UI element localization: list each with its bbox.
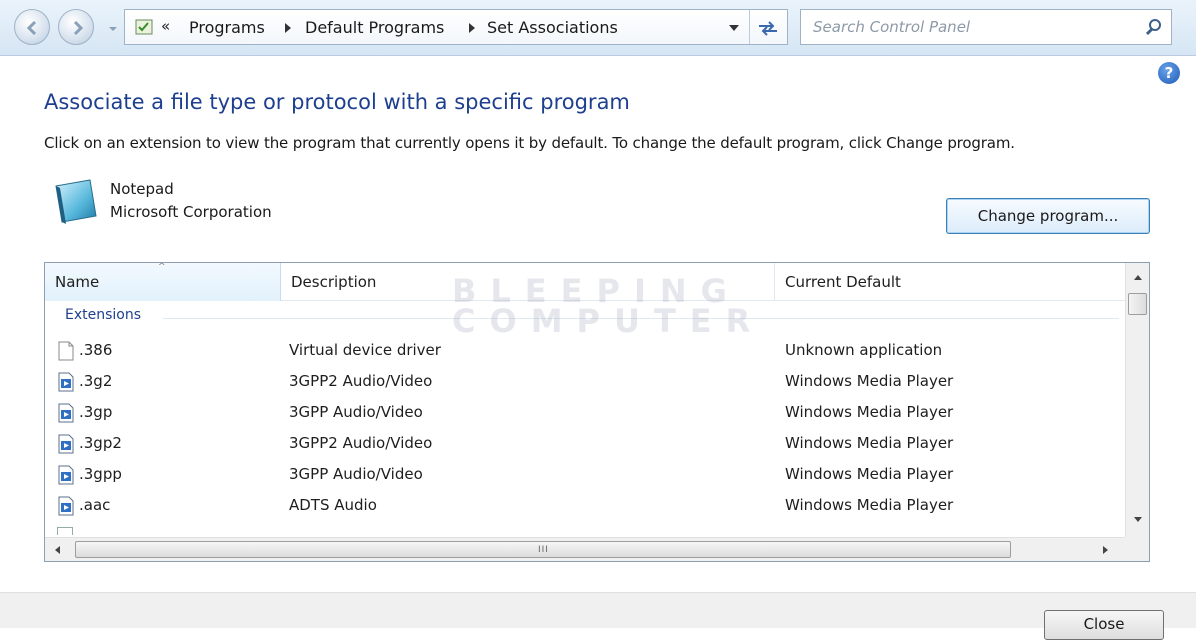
extension-description: 3GPP2 Audio/Video: [289, 372, 433, 390]
back-arrow-icon: [26, 20, 37, 36]
column-header-current-default[interactable]: Current Default: [775, 263, 1125, 301]
scroll-grip: III: [538, 545, 549, 555]
extension-name: .3gp: [79, 403, 113, 421]
address-divider: [749, 10, 750, 44]
list-item[interactable]: .3gp 3GPP Audio/Video Windows Media Play…: [45, 398, 1125, 429]
scrollbar-corner: [1125, 537, 1149, 561]
program-name: Notepad: [110, 180, 174, 198]
scroll-right-icon[interactable]: [1103, 546, 1108, 554]
column-header-description[interactable]: Description: [281, 263, 775, 301]
column-header-name[interactable]: Name ^: [45, 263, 281, 301]
media-file-icon: [58, 372, 74, 392]
chevron-right-icon[interactable]: [285, 23, 291, 33]
breadcrumb-default-programs[interactable]: Default Programs: [305, 18, 444, 37]
control-panel-icon: [135, 19, 153, 35]
navigation-bar: « Programs Default Programs Set Associat…: [0, 0, 1196, 56]
horizontal-scrollbar[interactable]: III: [45, 537, 1125, 561]
back-button[interactable]: [14, 9, 50, 45]
extension-name: .aac: [79, 496, 111, 514]
scroll-left-icon[interactable]: [55, 546, 60, 554]
recent-pages-dropdown-icon[interactable]: [108, 24, 118, 34]
forward-button[interactable]: [58, 9, 94, 45]
refresh-icon[interactable]: [755, 17, 781, 39]
program-publisher: Microsoft Corporation: [110, 203, 272, 221]
extension-current-default: Windows Media Player: [785, 372, 954, 390]
list-item[interactable]: .386 Virtual device driver Unknown appli…: [45, 336, 1125, 367]
scroll-down-icon[interactable]: [1134, 517, 1142, 522]
column-header-label: Description: [291, 273, 377, 291]
dialog-footer: Close: [0, 592, 1196, 640]
group-divider: [163, 318, 1119, 319]
close-button[interactable]: Close: [1044, 610, 1164, 640]
help-icon[interactable]: ?: [1158, 62, 1180, 84]
list-header: Name ^ Description Current Default: [45, 263, 1125, 301]
page-description: Click on an extension to view the progra…: [44, 134, 1015, 152]
search-icon[interactable]: [1145, 18, 1163, 36]
extension-current-default: Unknown application: [785, 341, 943, 359]
extension-current-default: Windows Media Player: [785, 434, 954, 452]
chevron-right-icon[interactable]: [469, 23, 475, 33]
column-header-label: Current Default: [785, 273, 901, 291]
breadcrumb-set-associations[interactable]: Set Associations: [487, 18, 618, 37]
notepad-icon: [55, 179, 97, 224]
extension-current-default: Windows Media Player: [785, 496, 954, 514]
media-file-icon: [58, 403, 74, 423]
extension-name: .3gpp: [79, 465, 122, 483]
extension-current-default: Windows Media Player: [785, 465, 954, 483]
blank-file-icon: [58, 341, 74, 361]
file-associations-list[interactable]: Name ^ Description Current Default Exten…: [44, 262, 1150, 562]
group-header-extensions[interactable]: Extensions: [65, 307, 141, 323]
list-item[interactable]: .3gp2 3GPP2 Audio/Video Windows Media Pl…: [45, 429, 1125, 460]
search-input[interactable]: Search Control Panel: [813, 18, 970, 36]
breadcrumb-overflow[interactable]: «: [161, 17, 170, 35]
sort-arrow-icon: ^: [158, 262, 166, 272]
extension-description: Virtual device driver: [289, 341, 441, 359]
chevron-down-icon[interactable]: [729, 25, 739, 31]
vertical-scroll-thumb[interactable]: [1128, 293, 1147, 315]
extension-description: 3GPP2 Audio/Video: [289, 434, 433, 452]
page-title: Associate a file type or protocol with a…: [44, 90, 630, 114]
extension-description: ADTS Audio: [289, 496, 377, 514]
address-bar[interactable]: « Programs Default Programs Set Associat…: [124, 9, 788, 45]
extension-current-default: Windows Media Player: [785, 403, 954, 421]
change-program-button[interactable]: Change program...: [946, 198, 1150, 234]
scroll-up-icon[interactable]: [1134, 275, 1142, 280]
list-item[interactable]: .3gpp 3GPP Audio/Video Windows Media Pla…: [45, 460, 1125, 491]
media-file-icon: [58, 496, 74, 516]
extension-description: 3GPP Audio/Video: [289, 403, 423, 421]
forward-arrow-icon: [73, 20, 84, 36]
extension-description: 3GPP Audio/Video: [289, 465, 423, 483]
vertical-scrollbar[interactable]: [1125, 263, 1149, 537]
extension-name: .3g2: [79, 372, 113, 390]
breadcrumb-programs[interactable]: Programs: [189, 18, 265, 37]
list-item[interactable]: .aac ADTS Audio Windows Media Player: [45, 491, 1125, 522]
horizontal-scroll-thumb[interactable]: III: [75, 541, 1011, 558]
list-item[interactable]: .3g2 3GPP2 Audio/Video Windows Media Pla…: [45, 367, 1125, 398]
column-header-label: Name: [55, 273, 100, 291]
media-file-icon: [58, 465, 74, 485]
extension-name: .386: [79, 341, 113, 359]
search-box[interactable]: Search Control Panel: [800, 9, 1172, 45]
media-file-icon: [58, 434, 74, 454]
blank-file-icon: [57, 527, 73, 535]
extension-name: .3gp2: [79, 434, 122, 452]
